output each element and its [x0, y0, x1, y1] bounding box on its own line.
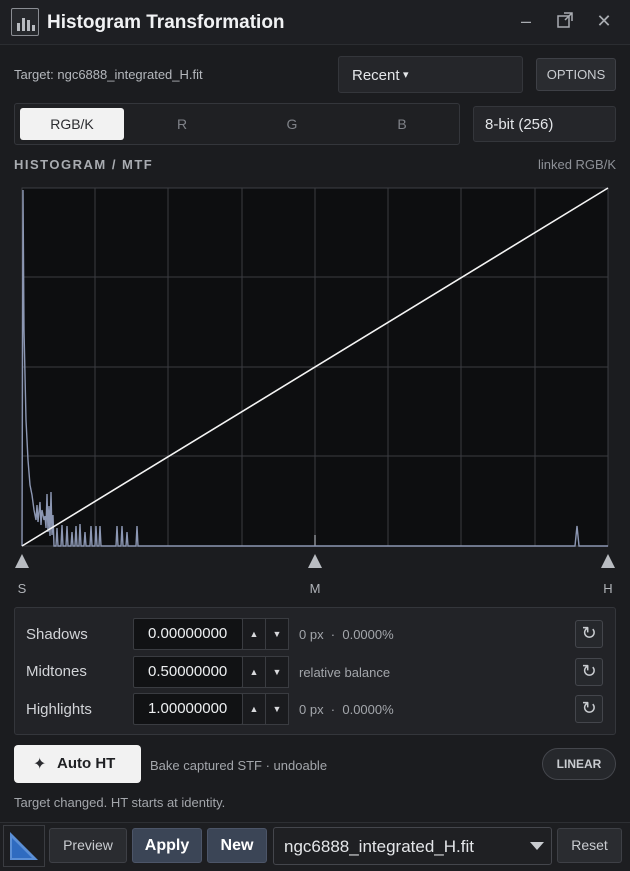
histogram-title: HISTOGRAM / MTF [14, 157, 154, 172]
window-title: Histogram Transformation [47, 12, 285, 33]
recent-label: Recent [352, 67, 400, 84]
midtones-decrement[interactable]: ▼ [265, 656, 289, 688]
shadows-increment[interactable]: ▲ [242, 618, 266, 650]
shadows-reset-icon[interactable]: ↻ [575, 620, 603, 648]
histogram-app-icon [11, 8, 39, 36]
tab-g[interactable]: G [240, 108, 344, 140]
highlights-marker[interactable] [601, 554, 615, 568]
view-selector-value: ngc6888_integrated_H.fit [284, 837, 474, 856]
tab-r[interactable]: R [130, 108, 234, 140]
midtones-marker[interactable] [308, 554, 322, 568]
new-instance-icon[interactable] [3, 825, 45, 867]
highlights-info: 0 px · 0.0000% [299, 702, 394, 717]
midtones-label: Midtones [26, 663, 87, 680]
highlights-decrement[interactable]: ▼ [265, 693, 289, 725]
shadows-marker[interactable] [15, 554, 29, 568]
highlights-marker-label: H [603, 581, 612, 596]
preview-button[interactable]: Preview [49, 828, 127, 863]
auto-ht-note: Bake captured STF · undoable [150, 758, 328, 773]
midtones-info: relative balance [299, 665, 391, 680]
midtones-increment[interactable]: ▲ [242, 656, 266, 688]
chevron-down-icon [530, 842, 544, 850]
reset-button[interactable]: Reset [557, 828, 622, 863]
shadows-input[interactable]: 0.00000000 [133, 618, 243, 650]
highlights-increment[interactable]: ▲ [242, 693, 266, 725]
status-message: Target changed. HT starts at identity. [14, 795, 226, 810]
options-button[interactable]: OPTIONS [536, 58, 616, 91]
midtones-marker-label: M [310, 581, 321, 596]
auto-ht-button[interactable]: ✦ Auto HT [14, 745, 141, 783]
title-bar: Histogram Transformation – ✕ [0, 0, 630, 45]
highlights-reset-icon[interactable]: ↻ [575, 695, 603, 723]
midtones-reset-icon[interactable]: ↻ [575, 658, 603, 686]
magic-wand-icon: ✦ [33, 756, 47, 773]
chevron-down-icon: ▾ [403, 69, 409, 81]
target-label: Target: ngc6888_integrated_H.fit [14, 67, 203, 82]
midtones-input[interactable]: 0.50000000 [133, 656, 243, 688]
close-icon[interactable]: ✕ [593, 10, 615, 32]
popout-icon[interactable] [554, 10, 576, 32]
bit-depth-dropdown[interactable]: 8-bit (256) [473, 106, 616, 142]
recent-dropdown[interactable]: Recent ▾ [338, 56, 523, 93]
view-selector[interactable]: ngc6888_integrated_H.fit [273, 827, 552, 865]
shadows-decrement[interactable]: ▼ [265, 618, 289, 650]
shadows-info: 0 px · 0.0000% [299, 627, 394, 642]
highlights-label: Highlights [26, 701, 92, 718]
linear-button[interactable]: LINEAR [542, 748, 616, 780]
tab-b[interactable]: B [350, 108, 454, 140]
tab-rgbk[interactable]: RGB/K [20, 108, 124, 140]
shadows-marker-label: S [18, 581, 27, 596]
apply-button[interactable]: Apply [132, 828, 202, 863]
histogram-plot[interactable]: S M H [0, 180, 630, 600]
minimize-icon[interactable]: – [515, 10, 537, 32]
new-button[interactable]: New [207, 828, 267, 863]
shadows-label: Shadows [26, 626, 88, 643]
auto-ht-label: Auto HT [57, 755, 116, 772]
bit-depth-value: 8-bit (256) [485, 116, 554, 133]
highlights-input[interactable]: 1.00000000 [133, 693, 243, 725]
linked-rgbk-label: linked RGB/K [537, 157, 616, 172]
